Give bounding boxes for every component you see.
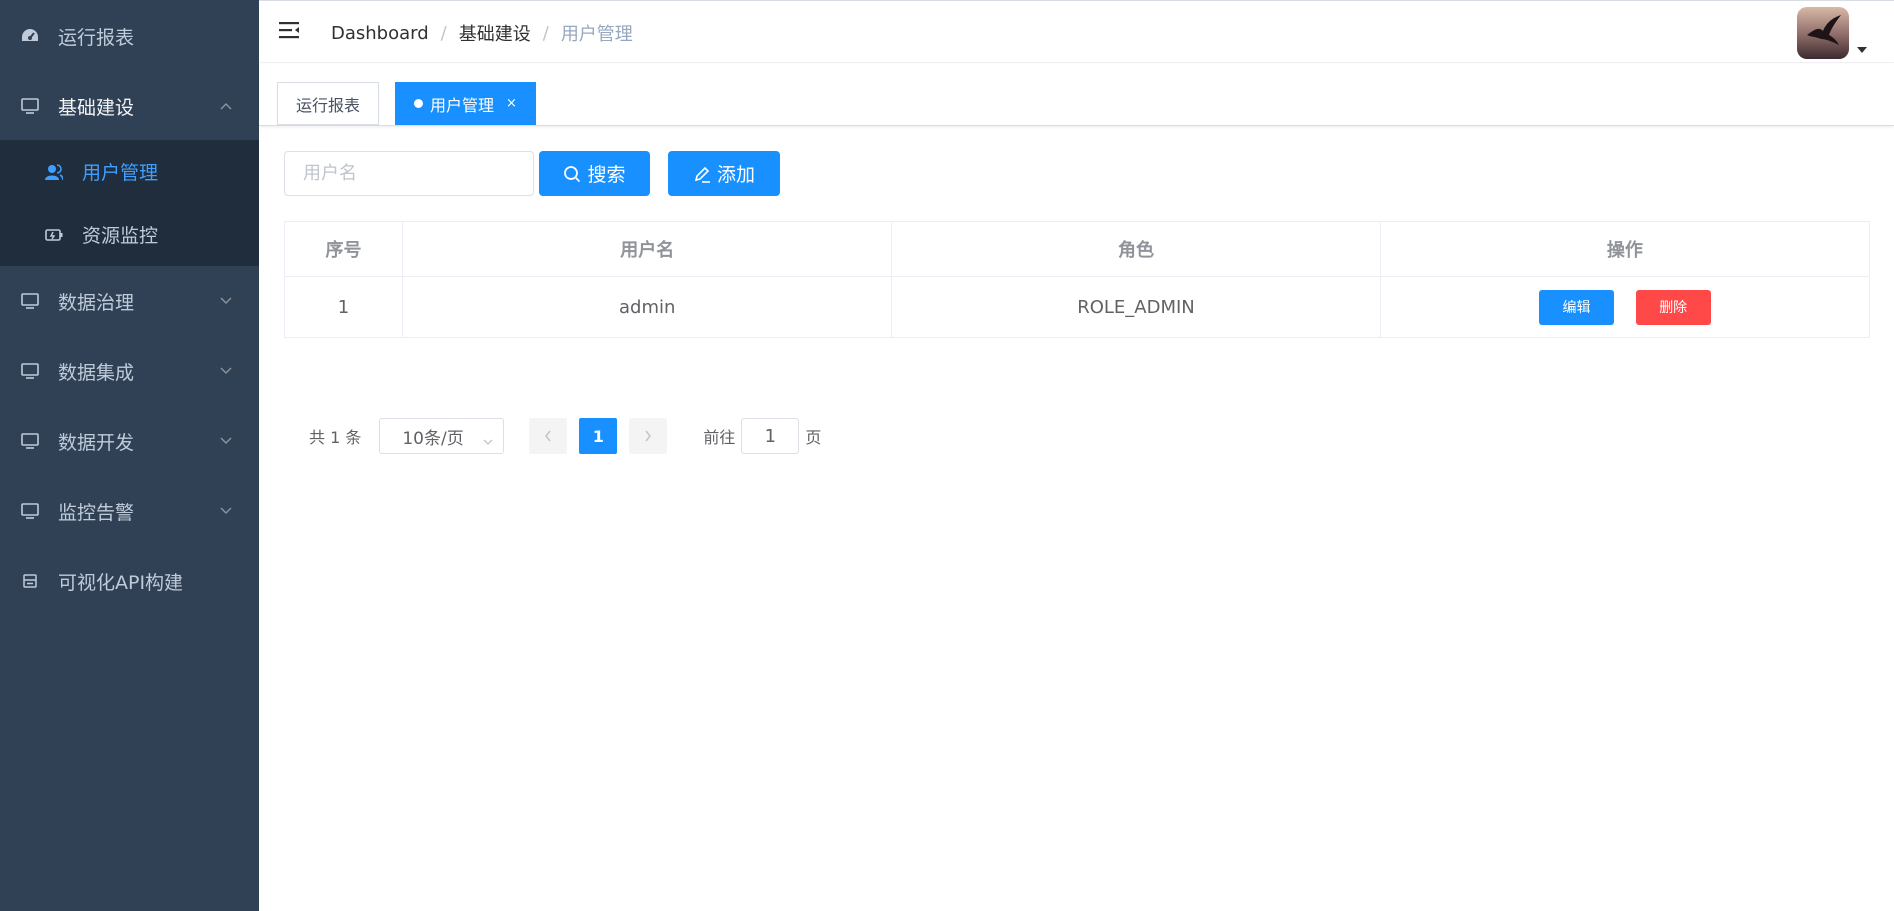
hamburger-menu-icon[interactable]	[279, 20, 301, 42]
sidebar-item-reports[interactable]: 运行报表	[0, 1, 259, 71]
sidebar-item-label: 可视化API构建	[58, 571, 184, 594]
breadcrumb-item-current: 用户管理	[560, 24, 633, 45]
submenu-infrastructure: 用户管理 资源监控	[0, 140, 259, 266]
cell-index: 1	[283, 276, 404, 338]
page-number-current[interactable]: 1	[579, 418, 618, 454]
table-row: 1 admin ROLE_ADMIN 编辑 删除	[283, 276, 1871, 338]
column-header-index: 序号	[283, 221, 404, 277]
jump-suffix: 页	[805, 428, 822, 447]
page-jumper: 前往 页	[703, 418, 821, 454]
sidebar-item-monitoring-alerts[interactable]: 监控告警	[0, 476, 259, 546]
chevron-down-icon	[219, 294, 233, 308]
prev-page-button[interactable]	[529, 418, 568, 454]
users-icon	[44, 162, 64, 182]
chevron-down-icon	[219, 504, 233, 518]
breadcrumb: Dashboard / 基础建设 / 用户管理	[331, 20, 633, 46]
chevron-up-icon	[219, 99, 233, 113]
users-table: 序号 用户名 角色 操作 1 admin ROLE_ADMIN 编辑 删除	[283, 221, 1871, 338]
sidebar-item-label: 数据集成	[58, 361, 135, 384]
monitor-icon	[20, 96, 40, 116]
pagination: 共 1 条 10条/页 1 前往 页	[309, 418, 821, 454]
sidebar-item-infrastructure[interactable]: 基础建设	[0, 71, 259, 141]
monitor-icon	[20, 501, 40, 521]
monitor-icon	[20, 361, 40, 381]
avatar[interactable]	[1797, 7, 1849, 59]
sidebar-item-label: 数据开发	[58, 431, 135, 454]
battery-icon	[44, 225, 64, 245]
caret-down-icon	[1857, 47, 1867, 53]
sidebar-item-label: 运行报表	[58, 26, 135, 49]
page-size-value: 10条/页	[402, 428, 464, 449]
monitor-icon	[20, 431, 40, 451]
cell-role: ROLE_ADMIN	[891, 276, 1381, 338]
sidebar-item-label: 基础建设	[58, 96, 135, 119]
sidebar-item-label: 数据治理	[58, 291, 135, 314]
sidebar-item-data-governance[interactable]: 数据治理	[0, 266, 259, 336]
chevron-left-icon	[544, 427, 552, 446]
pagination-total: 共 1 条	[309, 428, 362, 447]
sidebar-item-user-management[interactable]: 用户管理	[0, 140, 259, 203]
chevron-down-icon	[483, 431, 493, 451]
breadcrumb-item-infrastructure[interactable]: 基础建设	[459, 20, 531, 46]
sidebar-item-label: 用户管理	[82, 162, 159, 184]
sidebar-item-resource-monitor[interactable]: 资源监控	[0, 203, 259, 266]
username-search-input[interactable]	[284, 151, 534, 196]
tag-label: 运行报表	[296, 95, 361, 115]
column-header-role: 角色	[891, 221, 1381, 277]
add-button[interactable]: 添加	[668, 151, 780, 196]
page-size-select[interactable]: 10条/页	[379, 418, 505, 454]
sidebar-item-data-development[interactable]: 数据开发	[0, 406, 259, 476]
cell-username: admin	[402, 276, 893, 338]
navbar: Dashboard / 基础建设 / 用户管理	[259, 0, 1894, 63]
sidebar-item-label: 监控告警	[58, 501, 135, 524]
jump-page-input[interactable]	[741, 418, 800, 454]
search-button[interactable]: 搜索	[539, 151, 650, 196]
dashboard-icon	[20, 26, 40, 46]
breadcrumb-item-dashboard[interactable]: Dashboard	[331, 23, 429, 44]
monitor-icon	[20, 291, 40, 311]
table-header-row: 序号 用户名 角色 操作	[283, 221, 1871, 277]
user-menu[interactable]	[1797, 7, 1867, 59]
delete-button[interactable]: 删除	[1635, 289, 1711, 325]
edit-icon	[693, 165, 711, 183]
column-header-actions: 操作	[1379, 221, 1871, 277]
tags-view: 运行报表 用户管理 ×	[259, 64, 1894, 126]
search-icon	[563, 165, 581, 183]
chevron-down-icon	[219, 434, 233, 448]
next-page-button[interactable]	[629, 418, 668, 454]
add-button-label: 添加	[716, 164, 755, 186]
chevron-right-icon	[644, 427, 652, 446]
sidebar-item-data-integration[interactable]: 数据集成	[0, 336, 259, 406]
sidebar: 运行报表 基础建设 用户管理 资源监控 数据治理 数据集成 数据开发 监控告警 …	[0, 0, 259, 911]
chevron-down-icon	[219, 364, 233, 378]
search-button-label: 搜索	[587, 164, 626, 186]
active-dot-icon	[414, 99, 423, 108]
column-header-username: 用户名	[402, 221, 893, 277]
sidebar-item-visual-api[interactable]: 可视化API构建	[0, 546, 259, 616]
tag-user-management[interactable]: 用户管理 ×	[395, 82, 536, 125]
cell-actions: 编辑 删除	[1379, 276, 1871, 338]
tag-reports[interactable]: 运行报表	[277, 82, 380, 125]
jump-prefix: 前往	[703, 428, 736, 447]
api-box-icon	[20, 571, 40, 591]
tag-label: 用户管理	[430, 95, 495, 115]
close-icon[interactable]: ×	[506, 96, 517, 111]
breadcrumb-separator: /	[542, 22, 549, 44]
sidebar-item-label: 资源监控	[82, 225, 159, 247]
edit-button[interactable]: 编辑	[1538, 289, 1614, 325]
breadcrumb-separator: /	[440, 22, 447, 44]
